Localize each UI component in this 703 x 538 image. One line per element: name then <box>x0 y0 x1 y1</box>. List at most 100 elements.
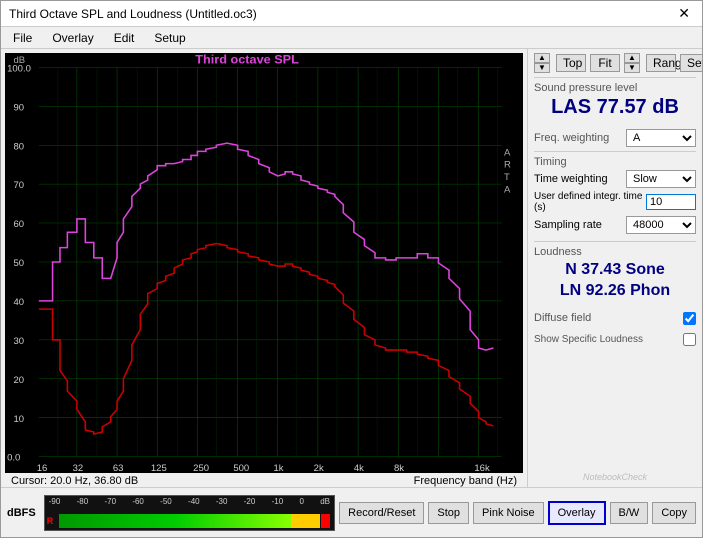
menu-file[interactable]: File <box>9 30 36 46</box>
overlay-button[interactable]: Overlay <box>548 501 606 525</box>
meter-tick-70: -70 <box>104 497 116 506</box>
cursor-text: Cursor: 20.0 Hz, 36.80 dB <box>11 475 138 487</box>
svg-text:70: 70 <box>13 180 24 190</box>
sampling-rate-row: Sampling rate 48000 44100 96000 <box>534 216 696 234</box>
svg-text:40: 40 <box>13 297 24 307</box>
chart-svg: 100.0 90 80 70 60 50 40 30 20 10 0.0 dB <box>5 53 523 473</box>
svg-text:250: 250 <box>193 463 209 473</box>
top-range-row: ▲ ▼ Top Fit ▲ ▼ Range Set <box>534 53 696 73</box>
meter-tick-40: -40 <box>188 497 200 506</box>
timing-title: Timing <box>534 156 696 168</box>
svg-text:10: 10 <box>13 414 24 424</box>
range-spinner: ▲ ▼ <box>624 53 640 73</box>
timing-section: Timing Time weighting Slow Fast Impulse … <box>534 151 696 237</box>
window-title: Third Octave SPL and Loudness (Untitled.… <box>9 7 257 21</box>
top-down-btn[interactable]: ▼ <box>534 63 550 73</box>
meter-tick-60: -60 <box>132 497 144 506</box>
svg-text:20: 20 <box>13 375 24 385</box>
meter-tick-0: 0 <box>299 497 303 506</box>
meter-r-label: R <box>47 516 54 526</box>
svg-text:60: 60 <box>13 219 24 229</box>
right-panel: ▲ ▼ Top Fit ▲ ▼ Range Set Sound pressure… <box>527 49 702 487</box>
diffuse-field-row: Diffuse field <box>534 312 696 325</box>
top-button[interactable]: Top <box>556 54 586 72</box>
svg-text:125: 125 <box>151 463 167 473</box>
svg-text:90: 90 <box>13 102 24 112</box>
menu-setup[interactable]: Setup <box>150 30 189 46</box>
level-meter-container: -90 -80 -70 -60 -50 -40 -30 -20 -10 0 dB <box>44 495 335 531</box>
show-specific-row: Show Specific Loudness <box>534 333 696 346</box>
svg-text:63: 63 <box>113 463 124 473</box>
main-window: Third Octave SPL and Loudness (Untitled.… <box>0 0 703 538</box>
record-reset-button[interactable]: Record/Reset <box>339 502 424 524</box>
stop-button[interactable]: Stop <box>428 502 469 524</box>
freq-band-label: Frequency band (Hz) <box>414 475 517 487</box>
pink-noise-button[interactable]: Pink Noise <box>473 502 544 524</box>
meter-red <box>321 514 330 528</box>
dbfs-label: dBFS <box>7 507 36 519</box>
freq-weighting-row: Freq. weighting A B C Z <box>534 129 696 147</box>
meter-tick-80: -80 <box>77 497 89 506</box>
time-weighting-select[interactable]: Slow Fast Impulse <box>626 170 696 188</box>
svg-text:8k: 8k <box>394 463 404 473</box>
svg-text:A: A <box>504 184 511 194</box>
diffuse-field-checkbox[interactable] <box>683 312 696 325</box>
svg-text:4k: 4k <box>354 463 364 473</box>
svg-text:A: A <box>504 148 511 158</box>
svg-text:0.0: 0.0 <box>7 453 20 463</box>
range-up-btn[interactable]: ▲ <box>624 53 640 63</box>
svg-text:500: 500 <box>233 463 249 473</box>
integr-time-input[interactable]: 10 <box>646 194 696 210</box>
time-weighting-row: Time weighting Slow Fast Impulse <box>534 170 696 188</box>
menu-overlay[interactable]: Overlay <box>48 30 97 46</box>
svg-text:80: 80 <box>13 141 24 151</box>
svg-text:dB: dB <box>13 55 25 65</box>
top-spinner: ▲ ▼ <box>534 53 550 73</box>
meter-tick-50: -50 <box>160 497 172 506</box>
fit-button[interactable]: Fit <box>590 54 620 72</box>
diffuse-field-label: Diffuse field <box>534 312 591 324</box>
level-meter: -90 -80 -70 -60 -50 -40 -30 -20 -10 0 dB <box>44 495 335 531</box>
svg-text:2k: 2k <box>314 463 324 473</box>
loudness-value: N 37.43 Sone LN 92.26 Phon <box>534 260 696 302</box>
freq-weighting-select[interactable]: A B C Z <box>626 129 696 147</box>
loudness-section: Loudness N 37.43 Sone LN 92.26 Phon <box>534 241 696 304</box>
set-button[interactable]: Set <box>680 54 702 72</box>
bottom-bar: dBFS -90 -80 -70 -60 -50 -40 -30 -20 -10… <box>1 487 702 537</box>
title-bar: Third Octave SPL and Loudness (Untitled.… <box>1 1 702 27</box>
chart-wrapper: 100.0 90 80 70 60 50 40 30 20 10 0.0 dB <box>1 49 527 487</box>
svg-text:30: 30 <box>13 336 24 346</box>
watermark: NotebookCheck <box>534 469 696 483</box>
integr-time-row: User defined integr. time (s) 10 <box>534 191 696 213</box>
meter-tick-20: -20 <box>244 497 256 506</box>
freq-weighting-label: Freq. weighting <box>534 132 609 144</box>
spl-section: Sound pressure level LAS 77.57 dB <box>534 77 696 121</box>
top-up-btn[interactable]: ▲ <box>534 53 550 63</box>
svg-text:1k: 1k <box>274 463 284 473</box>
svg-text:Third octave SPL: Third octave SPL <box>195 53 299 66</box>
show-specific-checkbox[interactable] <box>683 333 696 346</box>
copy-button[interactable]: Copy <box>652 502 696 524</box>
sampling-rate-label: Sampling rate <box>534 219 626 231</box>
meter-yellow <box>291 514 320 528</box>
svg-text:16: 16 <box>37 463 48 473</box>
svg-text:R: R <box>504 160 511 170</box>
integr-time-label: User defined integr. time (s) <box>534 191 646 213</box>
meter-tick-10: -10 <box>272 497 284 506</box>
menu-edit[interactable]: Edit <box>110 30 139 46</box>
menu-bar: File Overlay Edit Setup <box>1 27 702 49</box>
svg-text:T: T <box>504 172 510 182</box>
meter-tick-db: dB <box>320 497 330 506</box>
time-weighting-label: Time weighting <box>534 173 626 185</box>
sampling-rate-select[interactable]: 48000 44100 96000 <box>626 216 696 234</box>
meter-green <box>59 514 292 528</box>
show-specific-label: Show Specific Loudness <box>534 334 643 345</box>
spl-value: LAS 77.57 dB <box>534 96 696 119</box>
svg-text:50: 50 <box>13 258 24 268</box>
range-down-btn[interactable]: ▼ <box>624 63 640 73</box>
main-content: 100.0 90 80 70 60 50 40 30 20 10 0.0 dB <box>1 49 702 487</box>
range-button[interactable]: Range <box>646 54 676 72</box>
close-button[interactable]: ✕ <box>674 5 694 22</box>
loudness-title: Loudness <box>534 246 696 258</box>
bw-button[interactable]: B/W <box>610 502 649 524</box>
